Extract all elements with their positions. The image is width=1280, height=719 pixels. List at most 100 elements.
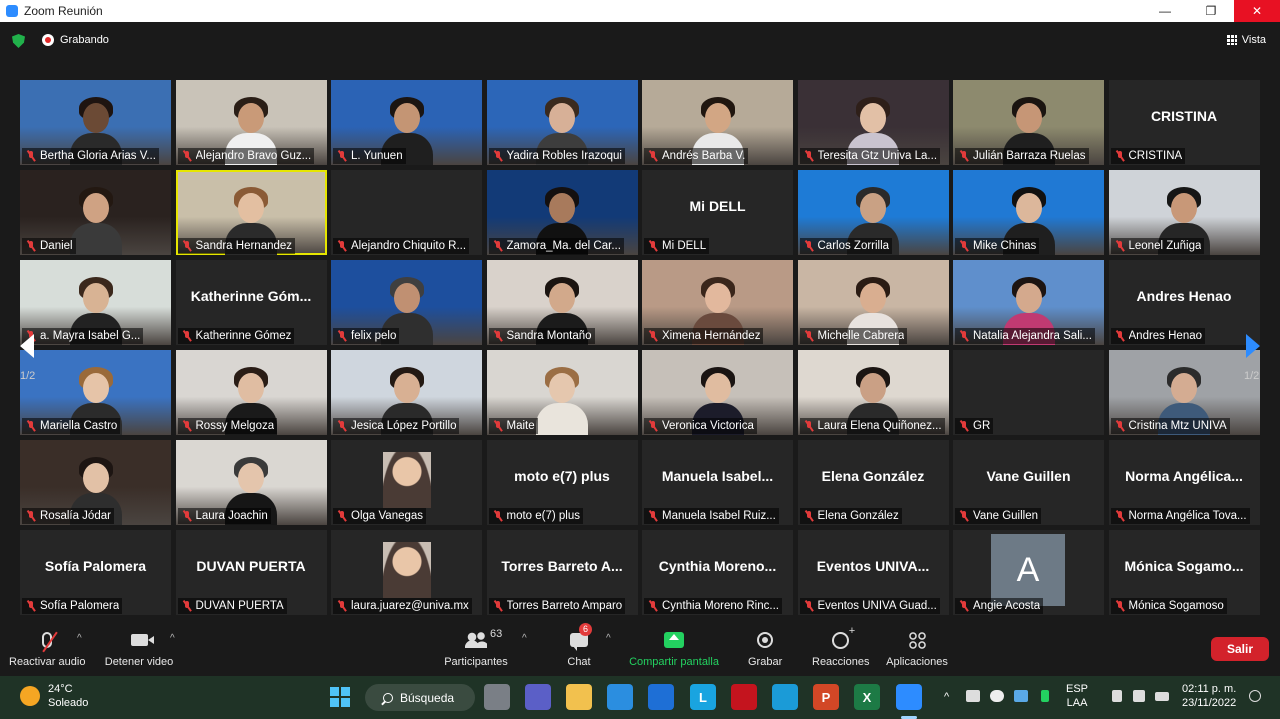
system-clock[interactable]: 02:11 p. m. 23/11/2022 <box>1182 682 1236 710</box>
participant-tile[interactable]: Sandra Hernandez <box>175 170 327 255</box>
previous-page-button[interactable]: 1/2 <box>20 306 54 390</box>
participant-tile[interactable]: Norma Angélica... Norma Angélica Tova... <box>1108 440 1260 525</box>
participant-tile[interactable]: felix pelo <box>331 260 482 345</box>
onedrive-icon[interactable] <box>990 690 1004 702</box>
participant-tile[interactable]: Alejandro Bravo Guz... <box>175 80 327 165</box>
page-indicator-left: 1/2 <box>20 370 36 382</box>
leave-meeting-button[interactable]: Salir <box>1211 637 1269 661</box>
participant-tile[interactable]: Cynthia Moreno... Cynthia Moreno Rinc... <box>642 530 793 615</box>
participant-tile[interactable]: Sandra Montaño <box>486 260 638 345</box>
participant-tile[interactable]: Alejandro Chiquito R... <box>331 170 482 255</box>
participants-button[interactable]: 63 Participantes <box>444 628 508 668</box>
reactions-button[interactable]: Reacciones <box>812 625 869 669</box>
weather-widget[interactable]: 24°C Soleado <box>20 682 88 710</box>
view-button[interactable]: Vista <box>1226 34 1266 46</box>
participant-display-name: Sofía Palomera <box>44 558 147 574</box>
participant-tile[interactable]: Rosalía Jódar <box>20 440 171 525</box>
microphone-in-use-icon[interactable] <box>1041 690 1049 702</box>
participant-tile[interactable]: Jesica López Portillo <box>331 350 482 435</box>
app-tray-icon[interactable] <box>966 690 980 702</box>
participant-tile[interactable]: DUVAN PUERTA DUVAN PUERTA <box>175 530 327 615</box>
store-icon[interactable] <box>607 684 633 710</box>
participant-tile[interactable]: laura.juarez@univa.mx <box>331 530 482 615</box>
taskbar-search[interactable]: Búsqueda <box>365 684 475 711</box>
participant-tile[interactable]: Andrés Barba V. <box>642 80 793 165</box>
battery-icon[interactable] <box>1155 692 1169 701</box>
input-language[interactable]: ESP LAA <box>1066 682 1088 710</box>
next-page-button[interactable]: 1/2 <box>1226 306 1260 390</box>
minimize-button[interactable]: — <box>1142 0 1188 22</box>
participant-name-label: Norma Angélica Tova... <box>1110 508 1250 524</box>
participant-tile[interactable]: Teresita Gtz Univa La... <box>797 80 949 165</box>
powerpoint-icon[interactable]: P <box>813 684 839 710</box>
participant-tile[interactable]: Carlos Zorrilla <box>797 170 949 255</box>
maximize-button[interactable]: ❐ <box>1188 0 1234 22</box>
participant-tile[interactable]: GR <box>953 350 1104 435</box>
profile-photo <box>382 452 431 508</box>
participant-tile[interactable]: Manuela Isabel... Manuela Isabel Ruiz... <box>642 440 793 525</box>
window-titlebar: Zoom Reunión — ❐ ✕ <box>0 0 1280 22</box>
participant-tile[interactable]: Rossy Melgoza <box>175 350 327 435</box>
close-window-button[interactable]: ✕ <box>1234 0 1280 22</box>
sync-icon[interactable] <box>1014 690 1028 702</box>
participant-tile[interactable]: Laura Elena Quiñonez... <box>797 350 949 435</box>
participant-tile[interactable]: Vane Guillen Vane Guillen <box>953 440 1104 525</box>
network-icon[interactable] <box>1112 690 1122 702</box>
file-explorer-icon[interactable] <box>566 684 592 710</box>
participant-name-label: Mariella Castro <box>22 418 121 434</box>
task-view-icon[interactable] <box>484 684 510 710</box>
share-screen-button[interactable]: Compartir pantalla <box>628 630 720 668</box>
volume-icon[interactable] <box>1133 690 1145 702</box>
participant-name-label: Cristina Mtz UNIVA <box>1110 418 1230 434</box>
participant-tile[interactable]: Sofía Palomera Sofía Palomera <box>20 530 171 615</box>
participant-tile[interactable]: Ximena Hernández <box>642 260 793 345</box>
participant-tile[interactable]: A Angie Acosta <box>953 530 1104 615</box>
participant-tile[interactable]: Natalia Alejandra Sali... <box>953 260 1104 345</box>
muted-mic-icon <box>647 240 659 252</box>
participant-tile[interactable]: Bertha Gloria Arias V... <box>20 80 171 165</box>
chat-options-caret[interactable]: ^ <box>606 633 611 644</box>
mail-icon[interactable] <box>648 684 674 710</box>
unmute-audio-button[interactable]: Reactivar audio <box>9 630 85 668</box>
show-hidden-icons-chevron[interactable]: ^ <box>944 690 949 704</box>
participant-tile[interactable]: Yadira Robles Irazoqui <box>486 80 638 165</box>
participant-tile[interactable]: L. Yunuen <box>331 80 482 165</box>
participant-tile[interactable]: Torres Barreto A... Torres Barreto Amparo <box>486 530 638 615</box>
participant-tile[interactable]: Mike Chinas <box>953 170 1104 255</box>
audio-options-caret[interactable]: ^ <box>77 633 82 644</box>
video-options-caret[interactable]: ^ <box>170 633 175 644</box>
chat-button[interactable]: 6 Chat <box>567 623 593 668</box>
participant-display-name: Katherinne Góm... <box>190 288 312 304</box>
participant-tile[interactable]: Eventos UNIVA... Eventos UNIVA Guad... <box>797 530 949 615</box>
apps-button[interactable]: Aplicaciones <box>885 630 949 668</box>
participant-tile[interactable]: Maite <box>486 350 638 435</box>
participant-tile[interactable]: Elena González Elena González <box>797 440 949 525</box>
participant-tile[interactable]: Olga Vanegas <box>331 440 482 525</box>
teams-icon[interactable] <box>525 684 551 710</box>
participant-tile[interactable]: Leonel Zuñiga <box>1108 170 1260 255</box>
zoom-icon[interactable] <box>896 684 922 710</box>
muted-mic-icon <box>181 420 193 432</box>
participant-tile[interactable]: moto e(7) plus moto e(7) plus <box>486 440 638 525</box>
participant-tile[interactable]: Michelle Cabrera <box>797 260 949 345</box>
participant-tile[interactable]: Mónica Sogamo... Mónica Sogamoso <box>1108 530 1260 615</box>
participant-tile[interactable]: Laura Joachin <box>175 440 327 525</box>
participant-tile[interactable]: Zamora_Ma. del Car... <box>486 170 638 255</box>
participant-tile[interactable]: CRISTINA CRISTINA <box>1108 80 1260 165</box>
participant-tile[interactable]: Veronica Victorica <box>642 350 793 435</box>
participant-tile[interactable]: Julián Barraza Ruelas <box>953 80 1104 165</box>
security-shield-icon[interactable] <box>12 34 25 48</box>
stop-video-button[interactable]: Detener video <box>104 630 174 668</box>
record-button[interactable]: Grabar <box>748 630 782 668</box>
recording-indicator[interactable]: Grabando <box>42 34 109 46</box>
participant-tile[interactable]: Mi DELL Mi DELL <box>642 170 793 255</box>
excel-icon[interactable]: X <box>854 684 880 710</box>
participant-tile[interactable]: Daniel <box>20 170 171 255</box>
start-button[interactable] <box>327 684 353 710</box>
participant-tile[interactable]: Katherinne Góm... Katherinne Gómez <box>175 260 327 345</box>
edge-icon[interactable] <box>772 684 798 710</box>
notifications-icon[interactable] <box>1249 690 1261 702</box>
l-app-icon[interactable]: L <box>690 684 716 710</box>
participants-options-caret[interactable]: ^ <box>522 633 527 644</box>
mcafee-icon[interactable] <box>731 684 757 710</box>
